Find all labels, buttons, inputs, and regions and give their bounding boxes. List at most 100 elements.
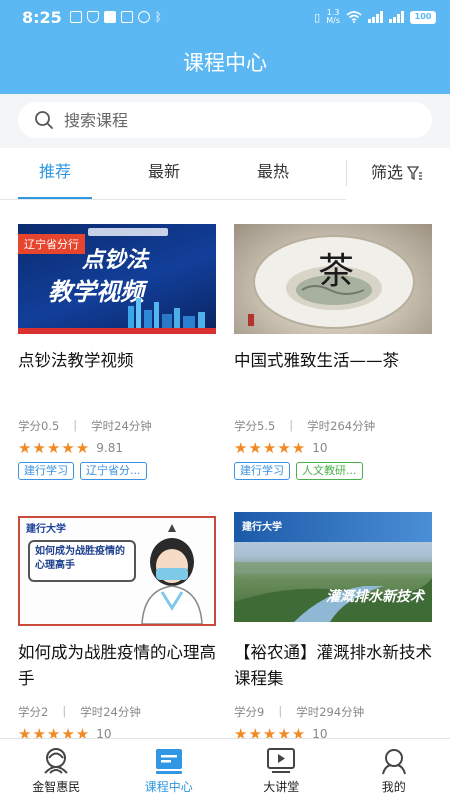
course-card[interactable]: 建行大学 灌溉排水新技术 【裕农通】灌溉排水新技术课程集 学分9 | 学时294… [234, 512, 432, 738]
net-speed-unit: M/s [326, 16, 340, 25]
vibrate-icon: ▯ [314, 10, 321, 24]
nav-label: 大讲堂 [263, 780, 300, 794]
filter-icon [407, 166, 423, 181]
nav-label: 课程中心 [144, 780, 193, 794]
meta-separator: | [278, 704, 283, 718]
doctor-illustration [141, 524, 203, 624]
course-tag: 辽宁省分... [80, 462, 147, 480]
course-tags: 建行学习 辽宁省分... [18, 462, 216, 480]
rating-stars-icon: ★★★★★ [234, 439, 307, 457]
search-input[interactable] [64, 110, 364, 130]
thumb-logo [88, 228, 168, 236]
bluetooth-icon: ᛒ [154, 10, 162, 24]
course-card[interactable]: 辽宁省分行 点钞法 教学视频 点钞法教学视频 学分0.5 | 学时24分钟 ★★… [18, 224, 216, 480]
video-play-icon [267, 748, 296, 773]
thumb-calligraphy: 茶 [318, 251, 355, 292]
bottom-nav: 金智惠民 课程中心 大讲堂 我的 [0, 738, 450, 800]
course-thumbnail: 茶 [234, 224, 432, 334]
meta-separator: | [62, 704, 67, 718]
tab-hottest[interactable]: 最热 [236, 148, 310, 198]
thumb-badge: 辽宁省分行 [18, 234, 85, 254]
thumb-brand: 建行大学 [26, 524, 66, 535]
wifi-icon [346, 11, 362, 23]
nav-item-mine[interactable]: 我的 [338, 739, 450, 800]
notification-icons: ᛒ [69, 10, 162, 24]
rating-score: 10 [312, 441, 328, 455]
course-thumbnail: 建行大学 如何成为战胜疫情的心理高手 [18, 516, 216, 626]
status-time: 8:25 [22, 7, 62, 27]
course-rating: ★★★★★ 9.81 [18, 439, 216, 457]
course-credit: 学分5.5 [234, 419, 276, 433]
jinzhi-logo-icon [44, 748, 68, 774]
rating-score: 9.81 [96, 441, 123, 455]
battery-icon: 100 [410, 10, 436, 24]
thumb-seal [248, 314, 254, 326]
course-credit: 学分2 [18, 705, 49, 719]
nav-label: 我的 [381, 780, 406, 794]
course-thumbnail: 辽宁省分行 点钞法 教学视频 [18, 224, 216, 334]
search-bar-container [0, 94, 450, 148]
course-meta: 学分2 | 学时24分钟 [18, 704, 216, 720]
app-header: 8:25 ᛒ ▯ 1.3 M/s 100 课程中心 [0, 0, 450, 94]
meta-separator: | [289, 418, 294, 432]
course-thumbnail: 建行大学 灌溉排水新技术 [234, 512, 432, 622]
notification-icon [69, 11, 82, 23]
course-card[interactable]: 建行大学 如何成为战胜疫情的心理高手 如何成为战胜疫情的心理高手 学分2 | 学… [18, 516, 216, 738]
meta-separator: | [73, 418, 78, 432]
course-meta: 学分9 | 学时294分钟 [234, 704, 432, 720]
user-icon [381, 749, 406, 775]
course-title: 点钞法教学视频 [18, 351, 134, 370]
filter-button[interactable]: 筛选 [371, 148, 423, 198]
tab-latest[interactable]: 最新 [127, 148, 201, 198]
course-tag: 人文教研... [296, 462, 363, 480]
course-tags: 建行学习 人文教研... [234, 462, 432, 480]
thumb-caption: 如何成为战胜疫情的心理高手 [35, 546, 125, 571]
nav-item-jinzhi[interactable]: 金智惠民 [0, 739, 113, 800]
course-hours: 学时24分钟 [80, 705, 141, 719]
course-title: 【裕农通】灌溉排水新技术课程集 [234, 643, 432, 688]
course-title: 如何成为战胜疫情的心理高手 [18, 643, 216, 688]
alarm-icon [137, 11, 150, 23]
course-hours: 学时294分钟 [296, 705, 365, 719]
net-speed: 1.3 M/s [326, 9, 340, 25]
filter-separator [346, 160, 347, 186]
nfc-icon [120, 11, 133, 23]
rating-stars-icon: ★★★★★ [18, 439, 91, 457]
course-tag: 建行学习 [234, 462, 290, 480]
rating-score: 10 [96, 727, 112, 738]
course-title: 中国式雅致生活——茶 [234, 351, 399, 370]
rating-stars-icon: ★★★★★ [18, 725, 91, 738]
thumb-speech-bubble: 如何成为战胜疫情的心理高手 [28, 540, 136, 582]
thumb-caption: 灌溉排水新技术 [326, 589, 424, 605]
rating-stars-icon: ★★★★★ [234, 725, 307, 738]
signal-icon [368, 11, 383, 23]
category-tabs: 推荐 最新 最热 筛选 [0, 148, 450, 200]
city-skyline-graphic [18, 298, 216, 334]
shield-icon [86, 11, 99, 23]
course-card[interactable]: 茶 中国式雅致生活——茶 学分5.5 | 学时264分钟 ★★★★★ 10 建行… [234, 224, 432, 480]
status-bar: 8:25 ᛒ ▯ 1.3 M/s 100 [0, 0, 450, 34]
thumb-brand: 建行大学 [242, 522, 282, 533]
app-icon [103, 11, 116, 23]
course-hours: 学时24分钟 [91, 419, 152, 433]
irrigation-canal-graphic [234, 562, 432, 622]
course-book-icon [155, 749, 182, 774]
nav-label: 金智惠民 [32, 780, 81, 794]
signal-icon-2 [389, 11, 404, 23]
course-hours: 学时264分钟 [307, 419, 376, 433]
course-rating: ★★★★★ 10 [234, 725, 432, 738]
course-rating: ★★★★★ 10 [18, 725, 216, 738]
nav-item-course-center[interactable]: 课程中心 [113, 739, 226, 800]
course-credit: 学分0.5 [18, 419, 60, 433]
course-meta: 学分0.5 | 学时24分钟 [18, 418, 216, 434]
search-icon [35, 111, 53, 129]
course-meta: 学分5.5 | 学时264分钟 [234, 418, 432, 434]
filter-label: 筛选 [371, 163, 404, 182]
tab-recommended[interactable]: 推荐 [18, 148, 92, 198]
search-box[interactable] [18, 102, 432, 138]
course-tag: 建行学习 [18, 462, 74, 480]
course-rating: ★★★★★ 10 [234, 439, 432, 457]
course-grid: 辽宁省分行 点钞法 教学视频 点钞法教学视频 学分0.5 | 学时24分钟 ★★… [0, 200, 450, 738]
nav-item-lecture-hall[interactable]: 大讲堂 [225, 739, 338, 800]
thumb-headline-1: 点钞法 [82, 248, 149, 273]
